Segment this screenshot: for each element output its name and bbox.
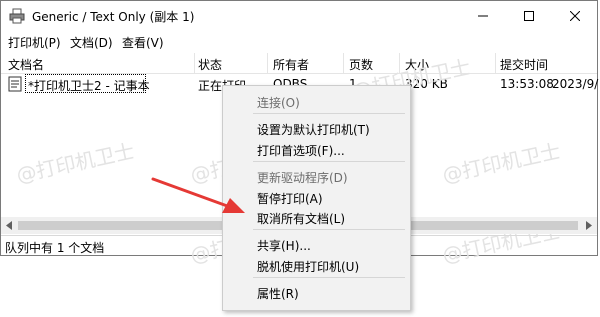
annotation-arrow	[151, 177, 245, 213]
